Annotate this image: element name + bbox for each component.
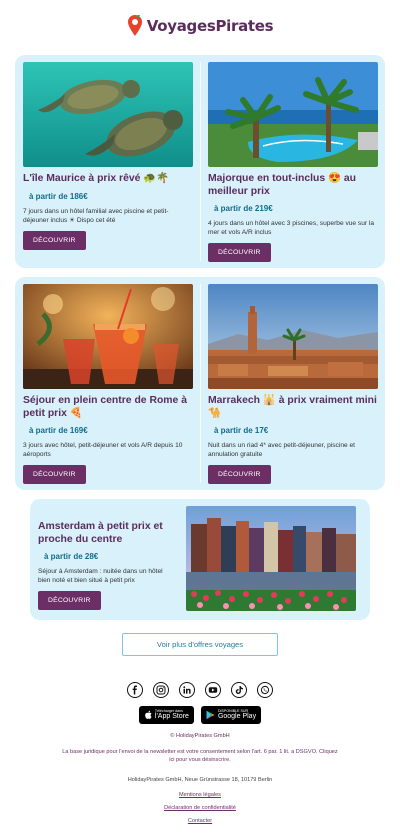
app-store-badge[interactable]: Télécharger dans l'App Store: [138, 706, 194, 724]
whatsapp-icon[interactable]: [257, 682, 273, 698]
offer-price: à partir de 186€: [29, 191, 88, 201]
app-store-label: l'App Store: [154, 713, 189, 720]
offer-image-majorca[interactable]: [208, 62, 378, 167]
offer-card-rome: Séjour en plein centre de Rome à petit p…: [23, 284, 193, 484]
offer-image-rome[interactable]: [23, 284, 193, 389]
footer-address: HolidayPirates GmbH, Neue Grünstrasse 18…: [127, 777, 273, 783]
facebook-icon[interactable]: [127, 682, 143, 698]
offer-price: à partir de 28€: [44, 552, 99, 561]
offer-row-2: Séjour en plein centre de Rome à petit p…: [15, 277, 385, 490]
footer-copyright: © HolidayPirates GmbH: [170, 733, 230, 739]
tiktok-icon[interactable]: [231, 682, 247, 698]
offer-price: à partir de 17€: [214, 426, 269, 435]
offer-description: Séjour à Amsterdam : nuitée dans un hôte…: [38, 568, 163, 584]
discover-button[interactable]: DÉCOUVRIR: [208, 243, 271, 262]
offer-card-mauritius: L'île Maurice à prix rêvé 🐢🌴 à partir de…: [23, 62, 193, 250]
header: VoyagesPirates: [0, 0, 400, 52]
offer-price: à partir de 169€: [29, 426, 88, 435]
offer-title[interactable]: Séjour en plein centre de Rome à petit p…: [23, 395, 193, 420]
divider: [200, 62, 201, 261]
offer-card-marrakech: Marrakech 🕌 à prix vraiment mini 🐪 à par…: [208, 284, 378, 484]
offer-image-amsterdam[interactable]: [186, 506, 356, 611]
offer-description: 3 jours avec hôtel, petit-déjeuner et vo…: [23, 442, 183, 458]
linkedin-icon[interactable]: [179, 682, 195, 698]
google-play-icon: [206, 710, 215, 720]
offer-title[interactable]: Majorque en tout-inclus 😍 au meilleur pr…: [208, 173, 378, 198]
footer-legal-basis: La base juridique pour l'envoi de la new…: [62, 749, 338, 763]
apple-icon: [145, 710, 152, 719]
discover-button[interactable]: DÉCOUVRIR: [38, 591, 101, 610]
offer-row-1: L'île Maurice à prix rêvé 🐢🌴 à partir de…: [15, 55, 385, 268]
offer-image-marrakech[interactable]: [208, 284, 378, 389]
offer-title[interactable]: Marrakech 🕌 à prix vraiment mini 🐪: [208, 395, 378, 420]
offer-description: 7 jours dans un hôtel familial avec pisc…: [23, 207, 169, 224]
brand-name[interactable]: VoyagesPirates: [147, 17, 274, 35]
offer-title[interactable]: Amsterdam à petit prix et proche du cent…: [38, 521, 170, 546]
discover-button[interactable]: DÉCOUVRIR: [23, 465, 86, 484]
legal-notice-link[interactable]: Mentions légales: [179, 792, 221, 798]
offer-image-mauritius[interactable]: [23, 62, 193, 167]
divider: [200, 284, 201, 483]
youtube-icon[interactable]: [205, 682, 221, 698]
offer-card-majorca: Majorque en tout-inclus 😍 au meilleur pr…: [208, 62, 378, 262]
offer-description: Nuit dans un riad 4* avec petit-déjeuner…: [208, 442, 355, 458]
google-play-label: Google Play: [217, 713, 257, 720]
privacy-policy-link[interactable]: Déclaration de confidentialité: [164, 805, 236, 811]
contact-link[interactable]: Contacter: [188, 818, 212, 824]
offer-text-block: Amsterdam à petit prix et proche du cent…: [38, 515, 170, 610]
offer-title[interactable]: L'île Maurice à prix rêvé 🐢🌴: [23, 173, 193, 186]
logo-icon: [127, 15, 142, 36]
google-play-badge[interactable]: DISPONIBLE SUR Google Play: [200, 706, 262, 724]
discover-button[interactable]: DÉCOUVRIR: [208, 465, 271, 484]
offer-description: 4 jours dans un hôtel avec 3 piscines, s…: [208, 220, 375, 236]
store-badges: Télécharger dans l'App Store DISPONIBLE …: [0, 706, 400, 724]
offer-price: à partir de 219€: [214, 204, 273, 213]
more-offers-button[interactable]: Voir plus d'offres voyages: [122, 633, 278, 656]
offer-card-amsterdam: Amsterdam à petit prix et proche du cent…: [30, 499, 370, 620]
discover-button[interactable]: DÉCOUVRIR: [23, 230, 86, 250]
instagram-icon[interactable]: [153, 682, 169, 698]
social-links: [0, 682, 400, 698]
